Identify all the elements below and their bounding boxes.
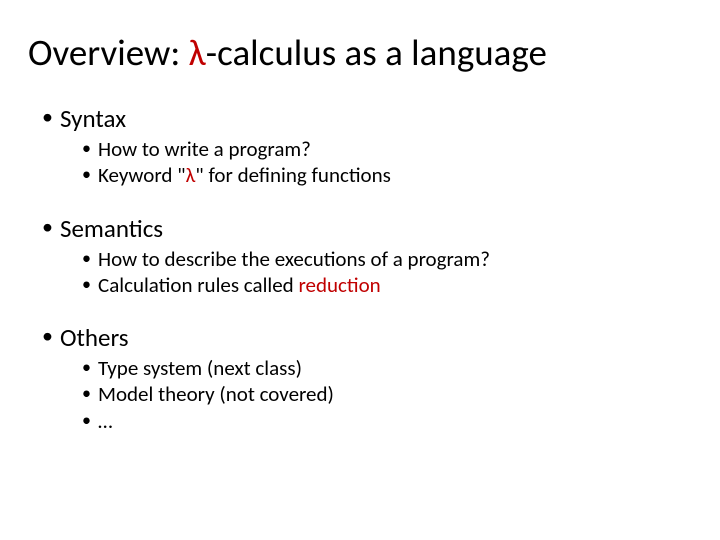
section-heading: Others	[60, 322, 129, 353]
list-item: …	[82, 408, 682, 434]
list-item: How to write a program?	[82, 136, 682, 162]
slide: Overview: λ-calculus as a language Synta…	[0, 0, 720, 540]
title-text-post: -calculus as a language	[206, 30, 547, 75]
list-item: Model theory (not covered)	[82, 381, 682, 407]
item-text: …	[98, 408, 113, 434]
item-text: How to describe the executions of a prog…	[98, 246, 490, 272]
slide-title: Overview: λ-calculus as a language	[28, 30, 682, 75]
sub-list: How to describe the executions of a prog…	[82, 246, 682, 299]
item-reduction: reduction	[298, 272, 380, 298]
list-item: Calculation rules called reduction	[82, 272, 682, 298]
title-text-pre: Overview:	[28, 30, 189, 75]
section-semantics: Semantics How to describe the executions…	[42, 213, 682, 299]
item-text: Type system (next class)	[98, 355, 302, 381]
section-syntax: Syntax How to write a program? Keyword "…	[42, 103, 682, 189]
item-lambda: λ	[186, 162, 196, 188]
item-text-pre: Calculation rules called	[98, 272, 298, 298]
list-item: Type system (next class)	[82, 355, 682, 381]
bullet-list: Syntax How to write a program? Keyword "…	[42, 103, 682, 434]
title-lambda: λ	[189, 30, 206, 75]
section-heading: Semantics	[60, 213, 163, 244]
section-heading: Syntax	[60, 103, 126, 134]
item-text: How to write a program?	[98, 136, 311, 162]
list-item: How to describe the executions of a prog…	[82, 246, 682, 272]
item-text-post: " for defining functions	[195, 162, 391, 188]
item-text: Model theory (not covered)	[98, 381, 334, 407]
section-others: Others Type system (next class) Model th…	[42, 322, 682, 434]
sub-list: How to write a program? Keyword "λ" for …	[82, 136, 682, 189]
item-text-pre: Keyword "	[98, 162, 186, 188]
list-item: Keyword "λ" for defining functions	[82, 162, 682, 188]
sub-list: Type system (next class) Model theory (n…	[82, 355, 682, 434]
